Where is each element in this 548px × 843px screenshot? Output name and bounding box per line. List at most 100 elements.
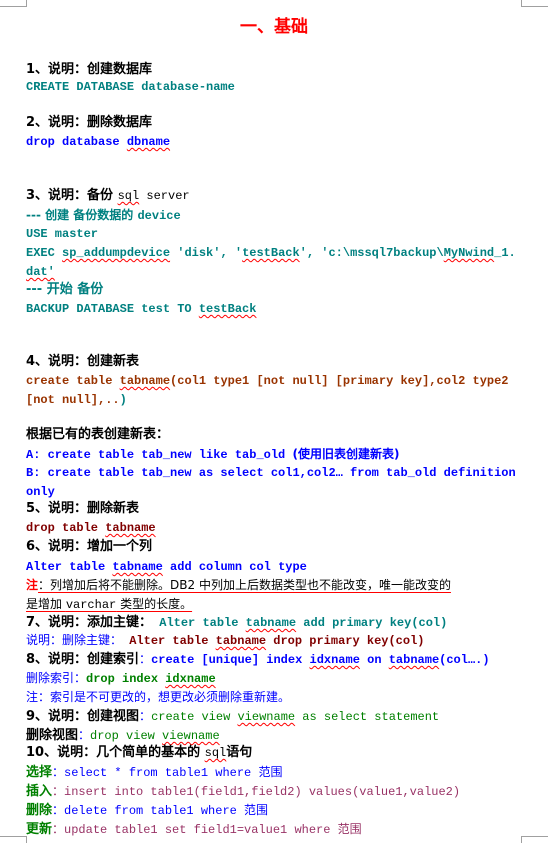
code-text: create [unique] index [151, 653, 310, 667]
sql-insert-example: 插入：insert into table1(field1,field2) val… [26, 783, 460, 800]
section-3-comment-1: --- 创建 备份数据的 device [26, 207, 181, 224]
section-4-heading: 4、说明：创建新表 [26, 354, 140, 369]
sql-update-example: 更新：update table1 set field1=value1 where… [26, 821, 362, 838]
code-text: ：select * from table1 where 范围 [52, 766, 283, 780]
code-text: tabname [105, 521, 156, 535]
label-text: 删除 [26, 803, 53, 818]
code-text: drop view [90, 729, 163, 743]
section-4-code-1: create table tabname(col1 type1 [not nul… [26, 373, 509, 389]
code-text: ：update table1 set field1=value1 where 范… [52, 823, 362, 837]
code-text: on [359, 653, 389, 667]
section-1-heading: 1、说明：创建数据库 [26, 62, 153, 77]
section-3-exec: EXEC sp_addumpdevice 'disk', 'testBack',… [26, 245, 516, 261]
code-text: tabname [215, 634, 267, 648]
page-corner-mark [521, 836, 548, 843]
section-3-comment-2: --- 开始 备份 [26, 282, 104, 297]
heading-text: 10、说明：几个简单的基本的 [26, 745, 205, 760]
section-8-note: 注：索引是不可更改的，想更改必须删除重新建。 [26, 690, 291, 704]
section-9-drop-view: 删除视图：drop view viewname [26, 727, 220, 744]
heading-text: server [139, 189, 190, 203]
page-corner-mark [0, 836, 27, 843]
section-3-exec-cont: dat' [26, 264, 55, 280]
code-text: (col1 type1 [not null] [primary key],col… [170, 374, 509, 388]
heading-text: 9、说明：创建视图 [26, 709, 140, 724]
section-6-code: Alter table tabname add column col type [26, 559, 307, 575]
code-text: create table [26, 374, 120, 388]
section-10-heading: 10、说明：几个简单的基本的 sql语句 [26, 745, 252, 761]
label-text: 删除索引： [26, 671, 87, 685]
section-9-create-view: 9、说明：创建视图：create view viewname as select… [26, 708, 439, 725]
code-text: testBack [242, 246, 300, 260]
comment-text: --- 创建 备份数据的 [26, 208, 138, 222]
code-text: sp_addumpdevice [62, 246, 171, 260]
section-5-heading: 5、说明：删除新表 [26, 501, 140, 516]
section-6-note-1: 注：列增加后将不能删除。DB2 中列加上后数据类型也不能改变，唯一能改变的 [26, 577, 451, 593]
label-text: ： [78, 728, 91, 742]
code-text: ) [119, 393, 127, 407]
page-corner-mark [0, 0, 27, 7]
code-text: ：insert into table1(field1,field2) value… [52, 785, 461, 799]
heading-text: 7、说明：添加主键： [26, 615, 153, 630]
section-7-drop-primary-key: 说明：删除主键： Alter table tabname drop primar… [26, 632, 425, 649]
code-note: (使用旧表创建新表) [292, 447, 400, 461]
code-text: viewname [162, 729, 220, 743]
section-5-code: drop table tabname [26, 520, 156, 536]
code-text: drop primary key(col) [266, 634, 425, 648]
heading-text: sql [117, 189, 140, 203]
code-text: viewname [237, 710, 296, 724]
code-text: Alter table [122, 634, 216, 648]
label-text: 更新 [26, 822, 53, 837]
section-6-heading: 6、说明：增加一个列 [26, 539, 153, 554]
sql-delete-example: 删除：delete from table1 where 范围 [26, 802, 268, 819]
code-text: ', 'c:\mssql7backup\ [299, 246, 444, 260]
label-text: 插入 [26, 784, 53, 799]
code-text: drop table [26, 521, 106, 535]
code-text: as select statement [295, 710, 440, 724]
heading-text: 8、说明：创建索引 [26, 652, 140, 667]
document-title: 一、基础 [240, 17, 308, 37]
code-text: ：delete from table1 where 范围 [52, 804, 269, 818]
section-3-heading: 3、说明：备份 sql server [26, 188, 190, 204]
code-text: EXEC [26, 246, 63, 260]
note-text: 是增加 [26, 597, 66, 611]
code-text: tabname [245, 616, 297, 630]
page-corner-mark [521, 0, 548, 7]
heading-text: ： [139, 709, 152, 723]
note-label: 注 [26, 578, 39, 592]
code-text: drop index [86, 672, 166, 686]
code-text: A: create table tab_new like tab_old [26, 448, 293, 462]
code-text: _1. [494, 246, 516, 260]
note-text: varchar [65, 598, 117, 612]
code-text: add primary key(col) [296, 616, 448, 630]
heading-text: ： [139, 652, 152, 666]
label-text: 删除视图 [26, 728, 79, 743]
code-text: tabname [112, 560, 163, 574]
based-option-a: A: create table tab_new like tab_old (使用… [26, 446, 399, 463]
heading-text: sql [204, 746, 227, 760]
label-text: 选择 [26, 765, 53, 780]
code-text: MyNwind [443, 246, 495, 260]
code-text: (col….) [439, 653, 490, 667]
code-text: 'disk', ' [170, 246, 243, 260]
heading-text: 3、说明：备份 [26, 188, 118, 203]
section-4-code-2: [not null],..) [26, 392, 127, 408]
section-7-add-primary-key: 7、说明：添加主键： Alter table tabname add prima… [26, 614, 447, 631]
code-text: Alter table [152, 616, 246, 630]
code-text: idxname [309, 653, 360, 667]
code-text: tabname [119, 374, 171, 388]
section-3-backup: BACKUP DATABASE test TO testBack [26, 301, 256, 317]
label-text: 说明：删除主键： [26, 633, 123, 647]
section-1-code: CREATE DATABASE database-name [26, 80, 235, 94]
based-option-b-cont: only [26, 485, 55, 499]
note-text: ：列增加后将不能删除。DB2 中列加上后数据类型也不能改变，唯一能改变的 [38, 578, 451, 592]
section-8-create-index: 8、说明：创建索引：create [unique] index idxname … [26, 651, 490, 668]
note-text: 类型的长度。 [116, 597, 193, 611]
code-text: drop database [26, 135, 127, 149]
code-text: BACKUP DATABASE test TO [26, 302, 199, 316]
section-3-use: USE master [26, 227, 99, 241]
code-text: idxname [165, 672, 216, 686]
based-option-b: B: create table tab_new as select col1,c… [26, 466, 516, 480]
based-on-existing-heading: 根据已有的表创建新表： [26, 427, 170, 442]
section-2-heading: 2、说明：删除数据库 [26, 115, 153, 130]
section-2-code: drop database dbname [26, 134, 170, 150]
